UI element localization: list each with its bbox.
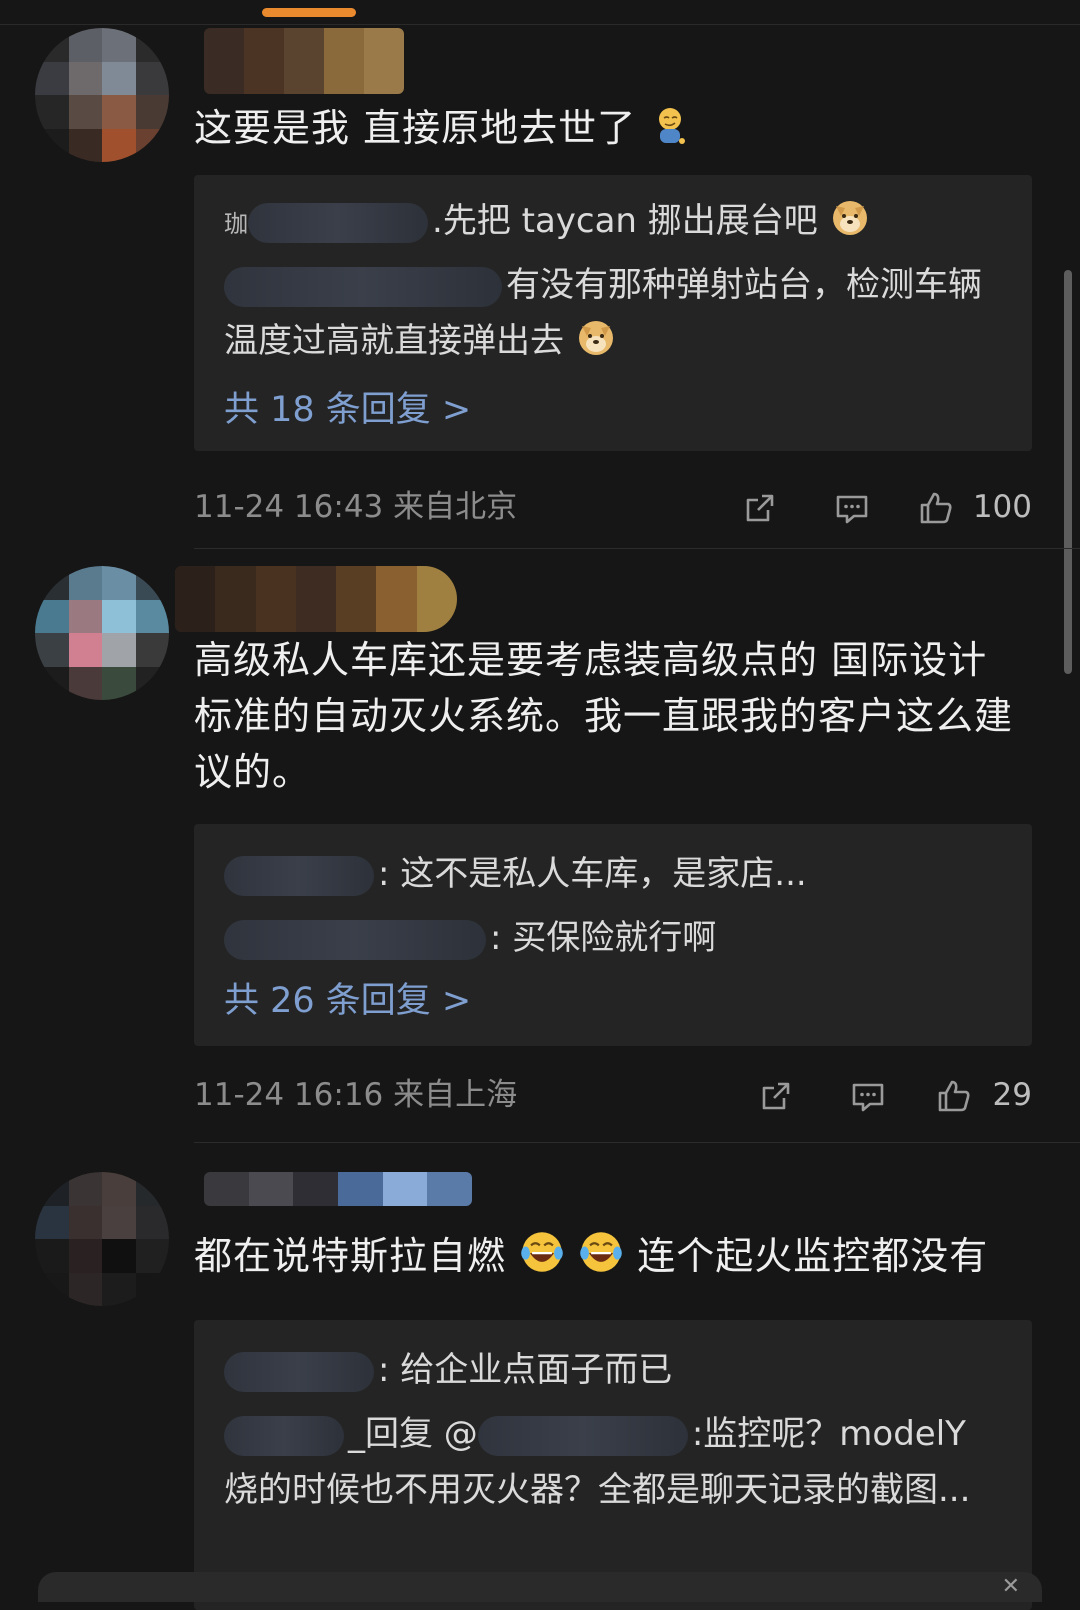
laugh-cry-emoji-icon <box>580 1232 623 1272</box>
header-divider <box>0 24 1080 25</box>
reply-preview-box[interactable]: : 给企业点面子而已 _回复 @:监控呢？modelY 烧的时候也不用灭火器？全… <box>194 1320 1032 1610</box>
like-count: 100 <box>972 489 1032 525</box>
laugh-cry-emoji-icon <box>521 1232 563 1272</box>
like-count: 29 <box>992 1077 1032 1113</box>
reply-line: _回复 @:监控呢？modelY 烧的时候也不用灭火器？全都是聊天记录的截图..… <box>224 1414 971 1510</box>
username-blur[interactable] <box>204 1172 472 1206</box>
comment-text: 都在说特斯拉自燃 连个起火监控都没有 <box>194 1228 1026 1284</box>
more-replies-link[interactable]: 共 26 条回复 > <box>224 976 471 1026</box>
timestamp-location: 11-24 16:43 来自北京 <box>194 489 518 525</box>
reply-preview-box[interactable]: : 这不是私人车库，是家店... : 买保险就行啊 共 26 条回复 > <box>194 824 1032 1046</box>
doge-emoji-icon <box>832 201 867 235</box>
timestamp-location: 11-24 16:16 来自上海 <box>194 1077 518 1113</box>
username-blur[interactable] <box>175 566 457 632</box>
comment-divider <box>194 1142 1080 1143</box>
comment-icon[interactable] <box>850 1078 886 1114</box>
more-replies-link[interactable]: 共 18 条回复 > <box>224 385 471 435</box>
comment-meta: 11-24 16:43 来自北京 100 <box>194 482 1032 532</box>
share-icon[interactable] <box>742 490 778 526</box>
reply-line: 珈 .先把 taycan 挪出展台吧 <box>224 193 1002 252</box>
doge-emoji-icon <box>578 321 613 355</box>
scrollbar[interactable] <box>1064 270 1072 674</box>
reply-line: : 给企业点面子而已 <box>224 1342 1002 1398</box>
comment-icon[interactable] <box>834 490 870 526</box>
like-icon[interactable] <box>918 490 954 526</box>
reply-preview-box[interactable]: 珈 .先把 taycan 挪出展台吧 有没有那种弹射站台，检测车辆温度过高就直接弹… <box>194 175 1032 451</box>
smirk-emoji-icon <box>659 108 686 144</box>
reply-line: 有没有那种弹射站台，检测车辆温度过高就直接弹出去 <box>224 265 982 361</box>
comment-divider <box>194 548 1080 549</box>
avatar[interactable] <box>35 28 169 162</box>
close-icon[interactable]: ✕ <box>1002 1574 1020 1599</box>
comment-text: 这要是我 直接原地去世了 <box>194 100 1026 156</box>
avatar[interactable] <box>35 566 169 700</box>
tab-indicator <box>262 8 356 17</box>
reply-line: : 这不是私人车库，是家店... <box>224 846 1002 902</box>
username-blur[interactable] <box>204 28 404 94</box>
like-icon[interactable] <box>936 1078 972 1114</box>
avatar[interactable] <box>35 1172 169 1306</box>
comment-text: 高级私人车库还是要考虑装高级点的 国际设计标准的自动灭火系统。我一直跟我的客户这… <box>194 638 1014 794</box>
share-icon[interactable] <box>758 1078 794 1114</box>
comment-meta: 11-24 16:16 来自上海 29 <box>194 1070 1032 1120</box>
bottom-sheet[interactable]: ✕ <box>38 1572 1042 1602</box>
reply-line: : 买保险就行啊 <box>224 910 1002 966</box>
